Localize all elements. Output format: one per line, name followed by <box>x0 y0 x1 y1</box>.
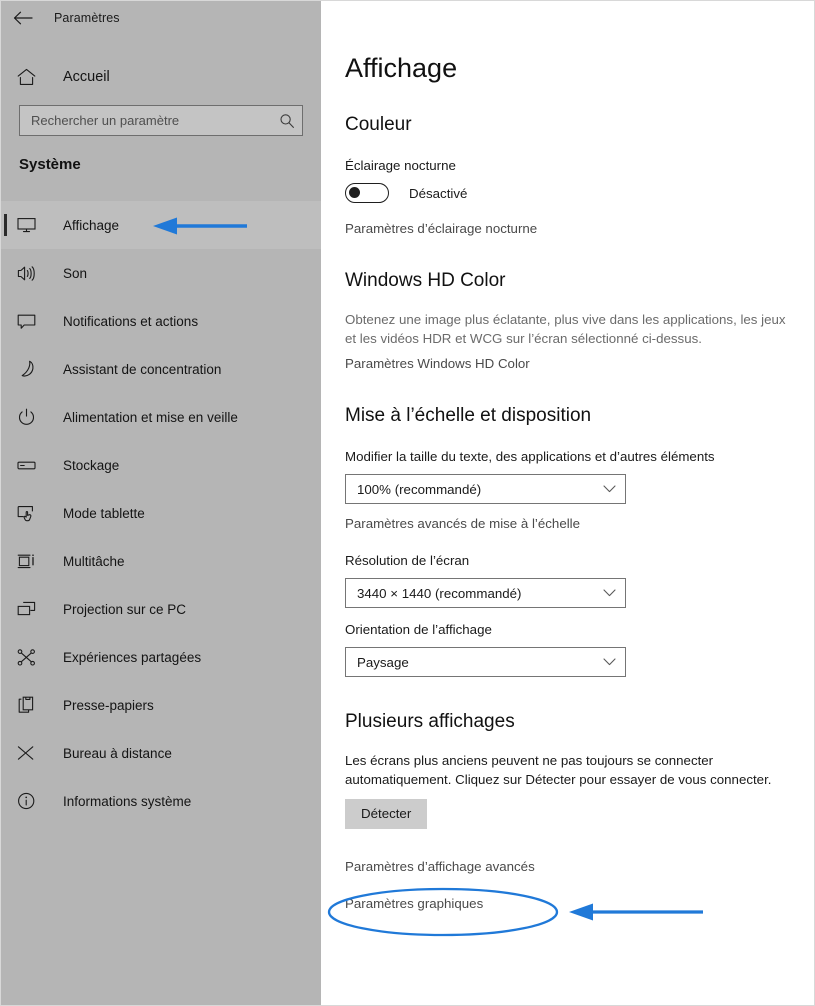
sidebar-section-title: Système <box>19 156 81 173</box>
sidebar-item-accueil[interactable]: Accueil <box>1 57 321 97</box>
night-light-toggle-row: Désactivé <box>345 183 791 203</box>
sidebar-item-mode-tablette[interactable]: Mode tablette <box>1 489 321 537</box>
sidebar-item-bureau-a-distance[interactable]: Bureau à distance <box>1 729 321 777</box>
speaker-icon <box>17 265 47 282</box>
sidebar-item-label: Multitâche <box>63 553 125 569</box>
projection-icon <box>17 601 47 617</box>
chevron-down-icon <box>603 589 616 597</box>
sidebar-item-label: Expériences partagées <box>63 649 202 665</box>
settings-window: Paramètres Accueil Système <box>0 0 815 1006</box>
monitor-icon <box>17 217 47 233</box>
clipboard-icon <box>17 696 47 714</box>
home-icon <box>17 68 47 86</box>
text-size-value: 100% (recommandé) <box>357 481 482 497</box>
text-size-dropdown[interactable]: 100% (recommandé) <box>345 474 626 504</box>
sidebar-item-label: Stockage <box>63 457 120 473</box>
sidebar-item-label: Presse-papiers <box>63 697 154 713</box>
night-light-label: Éclairage nocturne <box>345 158 456 173</box>
advanced-display-settings-link[interactable]: Paramètres d’affichage avancés <box>345 859 791 874</box>
sidebar-item-label: Assistant de concentration <box>63 361 222 377</box>
title-bar: Paramètres <box>1 1 321 35</box>
advanced-scaling-link[interactable]: Paramètres avancés de mise à l’échelle <box>345 516 791 531</box>
orientation-label: Orientation de l’affichage <box>345 622 492 637</box>
sidebar-item-presse-papiers[interactable]: Presse-papiers <box>1 681 321 729</box>
sidebar-item-multitache[interactable]: Multitâche <box>1 537 321 585</box>
sidebar: Paramètres Accueil Système <box>1 1 321 1005</box>
night-light-state: Désactivé <box>409 185 468 201</box>
search-input[interactable] <box>20 106 272 135</box>
detect-button[interactable]: Détecter <box>345 799 428 829</box>
sidebar-item-experiences-partagees[interactable]: Expériences partagées <box>1 633 321 681</box>
sidebar-nav-list: Affichage Son Notifications et actions A… <box>1 201 321 825</box>
sidebar-item-son[interactable]: Son <box>1 249 321 297</box>
sidebar-item-label: Accueil <box>63 69 110 85</box>
chevron-down-icon <box>603 658 616 666</box>
resolution-dropdown[interactable]: 3440 × 1440 (recommandé) <box>345 578 626 608</box>
power-icon <box>17 408 47 426</box>
sidebar-item-label: Projection sur ce PC <box>63 601 187 617</box>
chevron-down-icon <box>603 485 616 493</box>
remote-desktop-icon <box>17 745 47 761</box>
resolution-label: Résolution de l’écran <box>345 553 470 568</box>
sidebar-item-stockage[interactable]: Stockage <box>1 441 321 489</box>
search-icon[interactable] <box>272 113 302 129</box>
search-box[interactable] <box>19 105 303 136</box>
sidebar-item-label: Mode tablette <box>63 505 145 521</box>
section-heading-windows-hd-color: Windows HD Color <box>345 270 506 291</box>
orientation-dropdown[interactable]: Paysage <box>345 647 626 677</box>
hdr-description: Obtenez une image plus éclatante, plus v… <box>345 312 786 346</box>
main-content: Affichage Couleur Éclairage nocturne Dés… <box>321 1 814 1005</box>
sidebar-item-label: Affichage <box>63 217 120 233</box>
tablet-touch-icon <box>17 505 47 522</box>
night-light-toggle[interactable] <box>345 183 389 203</box>
back-button[interactable] <box>1 2 45 34</box>
sidebar-item-label: Informations système <box>63 793 192 809</box>
sidebar-item-affichage[interactable]: Affichage <box>1 201 321 249</box>
moon-icon <box>17 360 47 378</box>
resolution-value: 3440 × 1440 (recommandé) <box>357 585 522 601</box>
graphics-settings-link[interactable]: Paramètres graphiques <box>345 896 791 911</box>
sidebar-item-label: Alimentation et mise en veille <box>63 409 238 425</box>
section-heading-plusieurs-affichages: Plusieurs affichages <box>345 711 515 732</box>
section-heading-mise-a-l-echelle: Mise à l’échelle et disposition <box>345 405 592 426</box>
info-icon <box>17 792 47 810</box>
app-title: Paramètres <box>54 11 120 25</box>
hdr-settings-link[interactable]: Paramètres Windows HD Color <box>345 356 791 371</box>
sidebar-item-notifications-et-actions[interactable]: Notifications et actions <box>1 297 321 345</box>
share-nodes-icon <box>17 648 47 666</box>
drive-icon <box>17 458 47 472</box>
sidebar-item-label: Notifications et actions <box>63 313 199 329</box>
multitask-icon <box>17 553 47 570</box>
notification-icon <box>17 313 47 330</box>
sidebar-item-label: Bureau à distance <box>63 745 172 761</box>
toggle-knob <box>349 187 360 198</box>
sidebar-item-label: Son <box>63 265 88 281</box>
sidebar-item-assistant-de-concentration[interactable]: Assistant de concentration <box>1 345 321 393</box>
sidebar-item-informations-systeme[interactable]: Informations système <box>1 777 321 825</box>
orientation-value: Paysage <box>357 654 409 670</box>
text-size-label: Modifier la taille du texte, des applica… <box>345 449 715 464</box>
section-heading-couleur: Couleur <box>345 114 412 135</box>
sidebar-item-alimentation-et-mise-en-veille[interactable]: Alimentation et mise en veille <box>1 393 321 441</box>
night-light-settings-link[interactable]: Paramètres d’éclairage nocturne <box>345 221 791 236</box>
page-title: Affichage <box>345 53 458 83</box>
multi-display-description: Les écrans plus anciens peuvent ne pas t… <box>345 753 772 787</box>
sidebar-item-projection-sur-ce-pc[interactable]: Projection sur ce PC <box>1 585 321 633</box>
